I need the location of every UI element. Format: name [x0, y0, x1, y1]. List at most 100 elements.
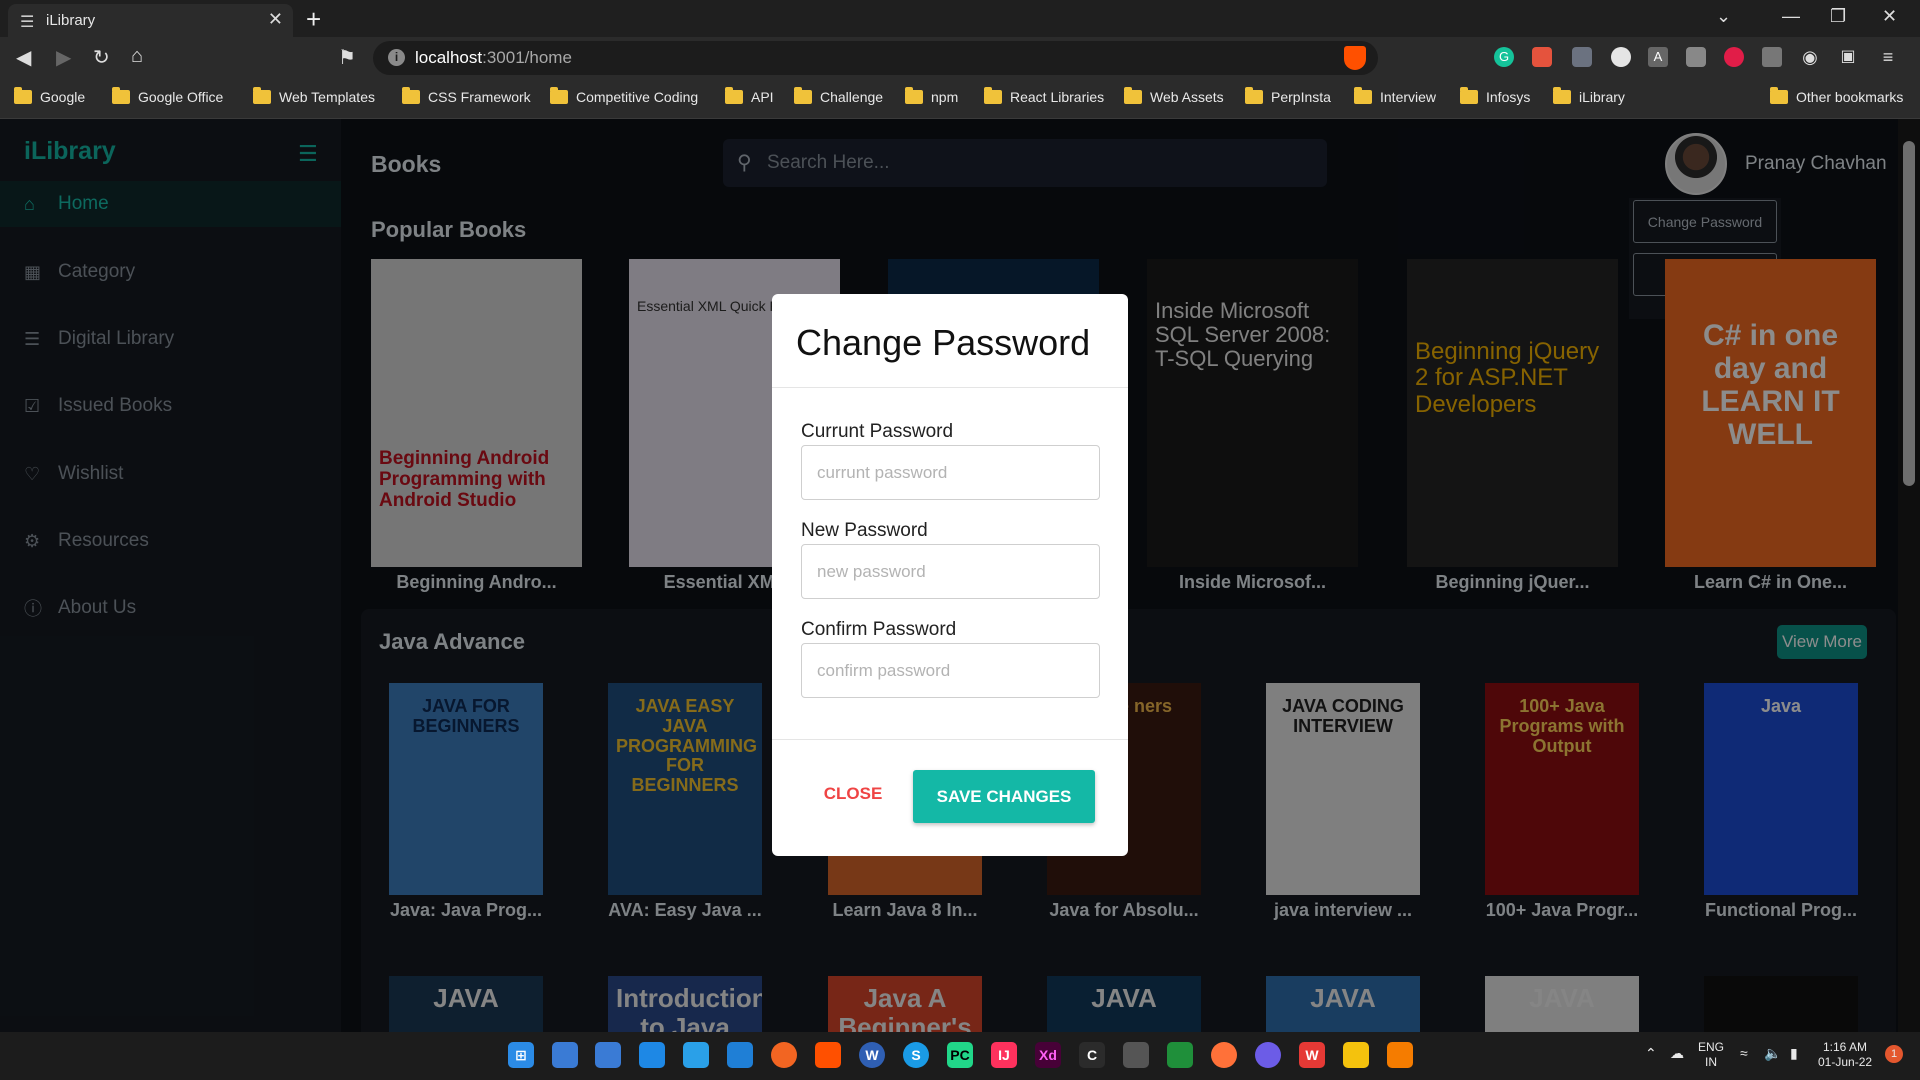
intellij-icon[interactable]: IJ	[991, 1042, 1017, 1068]
wifi-icon[interactable]: ≈	[1740, 1046, 1748, 1061]
bookmark-item[interactable]: API	[725, 87, 774, 105]
close-button[interactable]: CLOSE	[810, 779, 896, 809]
folder-icon	[905, 87, 923, 104]
app-icon[interactable]: W	[859, 1042, 885, 1068]
chevron-up-icon[interactable]: ⌃	[1645, 1046, 1657, 1061]
clock-time: 1:16 AM	[1823, 1040, 1868, 1054]
onedrive-icon[interactable]: ☁	[1670, 1046, 1684, 1061]
minimize-icon[interactable]: —	[1782, 6, 1800, 27]
chevron-down-icon[interactable]: ⌄	[1716, 6, 1731, 27]
browser-toolbar: ◀ ▶ ↻ ⌂ ⚑ i localhost:3001/home G A ◉ ▣ …	[0, 37, 1920, 79]
folder-icon	[725, 87, 743, 104]
virtualbox-icon[interactable]	[1123, 1042, 1149, 1068]
skype-icon[interactable]: S	[903, 1042, 929, 1068]
wallet-icon[interactable]: ▣	[1838, 47, 1858, 67]
bookmark-item[interactable]: Web Assets	[1124, 87, 1224, 105]
bookmarks-bar: Google Google Office Web Templates CSS F…	[0, 79, 1920, 119]
back-icon[interactable]: ◀	[16, 45, 31, 70]
folder-icon	[794, 87, 812, 104]
bookmark-item[interactable]: Google	[14, 87, 85, 105]
bookmark-item[interactable]: Web Templates	[253, 87, 375, 105]
address-bar[interactable]: i localhost:3001/home	[373, 41, 1378, 75]
folder-icon	[550, 87, 568, 104]
bookmark-item[interactable]: React Libraries	[984, 87, 1104, 105]
new-password-field[interactable]	[801, 544, 1100, 599]
wps-icon[interactable]: W	[1299, 1042, 1325, 1068]
bookmark-item[interactable]: CSS Framework	[402, 87, 531, 105]
folder-icon	[253, 87, 271, 104]
folder-icon	[402, 87, 420, 104]
brave-shield-icon[interactable]	[1344, 46, 1366, 70]
extension-icon[interactable]	[1724, 47, 1744, 67]
folder-icon	[1124, 87, 1142, 104]
close-icon[interactable]: ✕	[268, 9, 283, 30]
bookmark-item[interactable]: Infosys	[1460, 87, 1530, 105]
save-changes-button[interactable]: SAVE CHANGES	[913, 770, 1095, 823]
clion-icon[interactable]: C	[1079, 1042, 1105, 1068]
notification-badge[interactable]: 1	[1885, 1045, 1903, 1063]
bookmark-item[interactable]: PerpInsta	[1245, 87, 1331, 105]
mail-icon[interactable]	[639, 1042, 665, 1068]
language-code: ENG	[1698, 1040, 1725, 1054]
file-explorer-icon[interactable]	[1343, 1042, 1369, 1068]
firefox-icon[interactable]	[1211, 1042, 1237, 1068]
clock[interactable]: 1:16 AM 01-Jun-22	[1818, 1040, 1872, 1070]
vscode-icon[interactable]	[727, 1042, 753, 1068]
extension-icon[interactable]	[1532, 47, 1552, 67]
browser-tab[interactable]: ☰ iLibrary ✕	[8, 4, 293, 37]
url-path: :3001/home	[482, 48, 572, 67]
clock-date: 01-Jun-22	[1818, 1055, 1873, 1069]
task-view-icon[interactable]	[552, 1042, 578, 1068]
restore-icon[interactable]: ❐	[1830, 6, 1846, 27]
shield-extension-icon[interactable]	[1572, 47, 1592, 67]
folder-icon	[1460, 87, 1478, 104]
reload-icon[interactable]: ↻	[93, 45, 110, 70]
extension-icon[interactable]	[1611, 47, 1631, 67]
region-code: IN	[1705, 1055, 1717, 1069]
new-tab-icon[interactable]: +	[306, 4, 321, 35]
grammarly-icon[interactable]: G	[1494, 47, 1514, 67]
excel-icon[interactable]	[1167, 1042, 1193, 1068]
widgets-icon[interactable]	[595, 1042, 621, 1068]
bookmark-item[interactable]: npm	[905, 87, 958, 105]
camera-icon[interactable]	[1686, 47, 1706, 67]
url-host: localhost	[415, 48, 483, 67]
new-password-label: New Password	[801, 520, 928, 541]
text-extension-icon[interactable]: A	[1648, 47, 1668, 67]
bookmark-item[interactable]: Interview	[1354, 87, 1436, 105]
current-password-field[interactable]	[801, 445, 1100, 500]
window-close-icon[interactable]: ✕	[1882, 6, 1897, 27]
app-icon[interactable]	[771, 1042, 797, 1068]
bookmark-item[interactable]: Challenge	[794, 87, 883, 105]
current-password-label: Currunt Password	[801, 421, 954, 442]
bookmark-item[interactable]: Google Office	[112, 87, 223, 105]
computer-icon[interactable]	[683, 1042, 709, 1068]
bookmark-icon[interactable]: ⚑	[338, 45, 356, 70]
volume-icon[interactable]: 🔈	[1764, 1046, 1781, 1061]
folder-icon	[984, 87, 1002, 104]
folder-icon	[1553, 87, 1571, 104]
os-taskbar: ⊞ W S PC IJ Xd C W ⌃ ☁ ENG IN ≈ 🔈 ▮ 1:16…	[0, 1032, 1920, 1080]
language-indicator[interactable]: ENG IN	[1698, 1040, 1724, 1070]
brave-icon[interactable]	[815, 1042, 841, 1068]
extension-icon[interactable]	[1762, 47, 1782, 67]
confirm-password-field[interactable]	[801, 643, 1100, 698]
folder-icon	[112, 87, 130, 104]
bookmark-item[interactable]: Competitive Coding	[550, 87, 698, 105]
forward-icon[interactable]: ▶	[56, 45, 71, 70]
pycharm-icon[interactable]: PC	[947, 1042, 973, 1068]
layers-icon: ☰	[20, 14, 35, 31]
app-icon[interactable]	[1255, 1042, 1281, 1068]
divider	[772, 739, 1128, 740]
battery-icon[interactable]: ▮	[1790, 1046, 1798, 1061]
windows-start-icon[interactable]: ⊞	[508, 1042, 534, 1068]
info-icon[interactable]: i	[388, 49, 405, 66]
other-bookmarks[interactable]: Other bookmarks	[1770, 87, 1903, 105]
puzzle-icon[interactable]: ◉	[1800, 47, 1820, 67]
adobe-xd-icon[interactable]: Xd	[1035, 1042, 1061, 1068]
bookmark-item[interactable]: iLibrary	[1553, 87, 1625, 105]
menu-icon[interactable]: ≡	[1878, 47, 1898, 67]
divider	[772, 387, 1128, 388]
xampp-icon[interactable]	[1387, 1042, 1413, 1068]
home-icon[interactable]: ⌂	[131, 45, 143, 68]
